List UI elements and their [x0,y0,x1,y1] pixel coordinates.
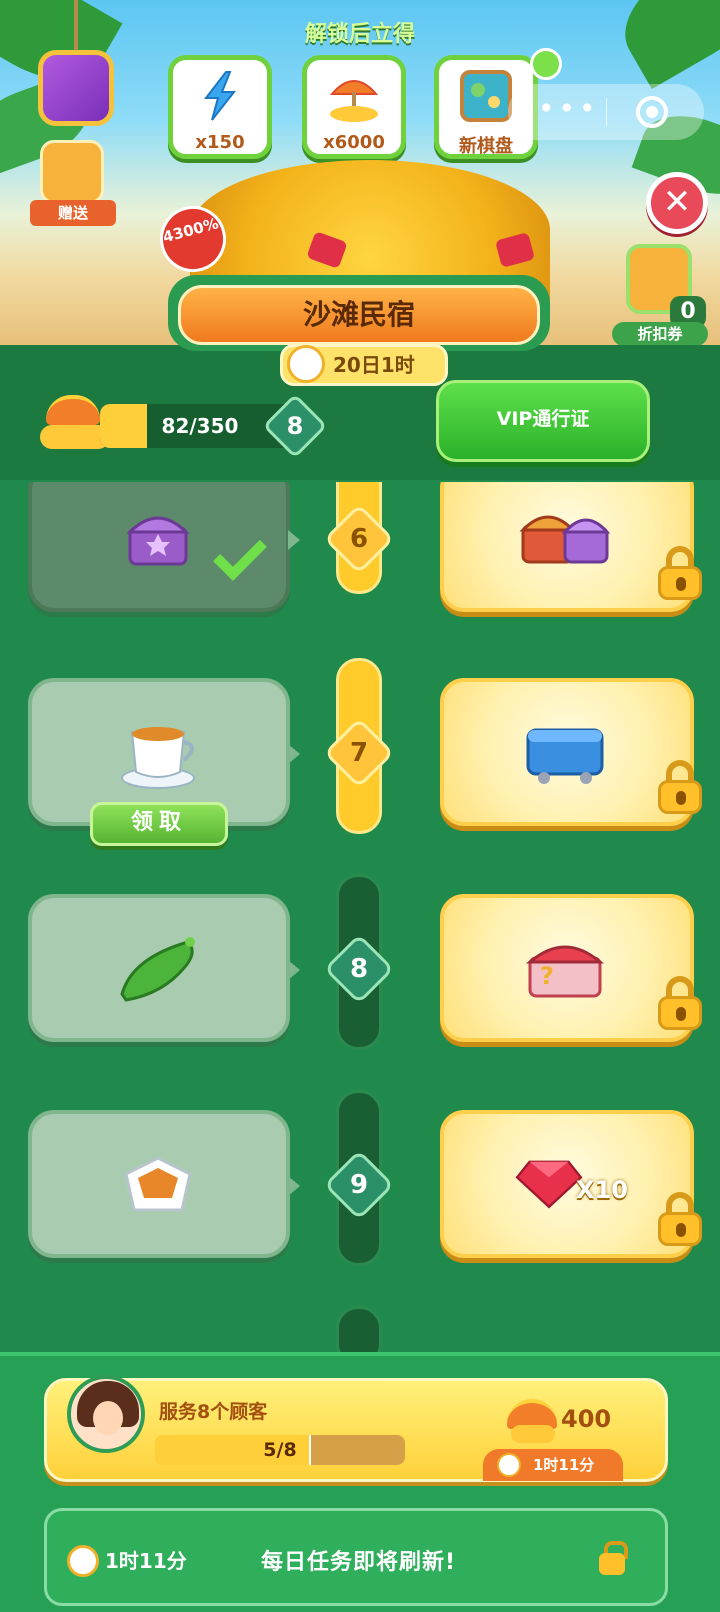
track-row: 9 X10 [0,1090,720,1310]
discount-coupon-button[interactable]: 0 折扣券 [612,244,708,345]
vip-reward-card: ? [440,894,702,1042]
vip-reward-card: X10 [440,1110,702,1258]
search-icon[interactable] [530,48,562,80]
reward-label: x150 [195,132,245,153]
task-timer: 1时11分 [483,1449,623,1481]
alarm-clock-icon [67,1545,99,1577]
task-name: 服务8个顾客 [159,1401,268,1423]
vip-reward-card [440,482,702,612]
level-node: 8 [323,933,395,1005]
gift-button[interactable]: 赠送 [30,140,116,228]
level-number: 8 [349,954,369,984]
beach-umbrella-icon [507,1399,557,1445]
refresh-message: 每日任务即将刷新! [261,1550,457,1575]
vip-pass-button[interactable]: VIP通行证 [436,380,650,462]
track-row [0,1306,720,1352]
lock-icon [656,546,704,602]
lock-icon [656,976,704,1032]
lightning-icon [203,71,237,121]
reward-track[interactable]: 6 领取 7 8 ? 9 X10 [0,482,720,1352]
more-icon[interactable]: ••• [538,92,600,125]
event-timer: 20日1时 [280,344,448,386]
clock-icon [287,345,325,383]
close-button[interactable]: ✕ [646,172,708,234]
free-reward-card [28,894,300,1042]
svg-text:?: ? [540,962,554,990]
level-node: 7 [323,717,395,789]
claim-button[interactable]: 领取 [90,802,228,846]
reward-label: x6000 [323,132,385,153]
track-rail [336,1306,382,1352]
lock-icon [599,1541,628,1575]
unlock-reward-card: x6000 [302,55,406,159]
purple-chest-icon[interactable] [38,50,114,126]
level-number: 9 [349,1170,369,1200]
current-level: 8 [286,412,304,440]
takeout-box-icon [124,1156,192,1212]
daily-task-panel: 服务8个顾客 5/8 400 1时11分 1时11分 每日任务即将刷新! [0,1352,720,1612]
track-row: 领取 7 [0,658,720,878]
vip-reward-card [440,678,702,826]
mystery-chest-icon: ? [525,945,605,998]
unlock-reward-card: x150 [168,55,272,159]
tea-cup-icon [121,727,195,789]
divider [606,98,607,126]
two-chests-icon [519,515,611,564]
free-reward-card [28,1110,300,1258]
lock-icon [656,1192,704,1248]
ticket-icon [40,140,104,204]
level-node: 6 [323,503,395,575]
mini-program-capsule: ••• [508,84,704,140]
track-row: 6 [0,482,720,664]
claimed-check-icon [213,527,267,581]
level-number: 7 [349,738,369,768]
task-reward-value: 400 [561,1405,612,1433]
beach-umbrella-icon [329,80,379,122]
avatar [67,1375,145,1453]
cucumber-icon [120,937,195,1002]
clock-icon [497,1453,521,1477]
unlock-title: 解锁后立得 [304,22,415,47]
level-number: 6 [349,524,369,554]
event-timer-text: 20日1时 [333,353,415,377]
free-reward-card [28,482,300,612]
track-row: 8 ? [0,874,720,1094]
purple-chest-icon [126,516,190,566]
ruby-icon [515,1160,583,1209]
lock-icon [656,760,704,816]
task-timer-text: 1时11分 [533,1456,595,1474]
task-card[interactable]: 服务8个顾客 5/8 400 1时11分 [44,1375,668,1482]
level-node: 9 [323,1149,395,1221]
reward-label: 新棋盘 [459,136,513,157]
task-reward: 400 [507,1395,617,1445]
event-title: 沙滩民宿 [178,285,540,345]
free-reward-card: 领取 [28,678,300,846]
rope [74,0,78,52]
reward-quantity: X10 [576,1176,628,1204]
task-progress-text: 5/8 [263,1439,297,1461]
gift-label: 赠送 [30,200,116,226]
refresh-timer: 1时11分 [105,1549,187,1573]
blue-crate-icon [526,728,604,784]
new-board-icon [460,70,512,122]
refresh-notice: 1时11分 每日任务即将刷新! [44,1508,668,1606]
coupon-label: 折扣券 [612,322,708,345]
exit-target-icon[interactable] [636,96,668,128]
